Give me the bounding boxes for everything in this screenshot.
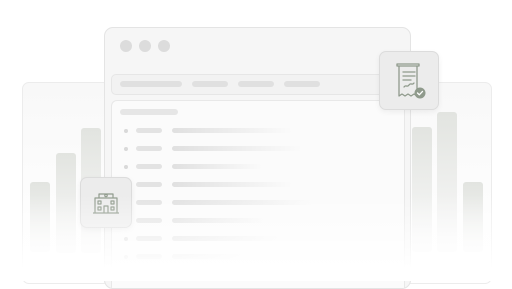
row-bullet bbox=[124, 255, 128, 259]
toolbar-placeholder bbox=[238, 81, 274, 87]
row-value-placeholder bbox=[172, 164, 262, 169]
row-label-placeholder bbox=[136, 182, 162, 187]
row-value-placeholder bbox=[172, 200, 312, 205]
receipt-check-icon bbox=[396, 63, 426, 99]
toolbar bbox=[111, 74, 403, 95]
row-bullet bbox=[124, 147, 128, 151]
window-dot[interactable] bbox=[120, 40, 132, 52]
row-label-placeholder bbox=[136, 128, 162, 133]
receipt-card bbox=[379, 51, 439, 110]
row-value-placeholder bbox=[172, 254, 252, 259]
window-dot[interactable] bbox=[158, 40, 170, 52]
building-icon bbox=[93, 193, 119, 214]
row-value-placeholder bbox=[172, 182, 292, 187]
chart-bar bbox=[463, 182, 483, 252]
row-label-placeholder bbox=[136, 200, 162, 205]
table-panel bbox=[111, 100, 405, 288]
row-bullet bbox=[124, 237, 128, 241]
row-label-placeholder bbox=[136, 254, 162, 259]
app-window bbox=[104, 27, 411, 289]
table-header-placeholder bbox=[120, 109, 178, 115]
row-value-placeholder bbox=[172, 146, 302, 151]
row-bullet bbox=[124, 129, 128, 133]
window-dot[interactable] bbox=[139, 40, 151, 52]
row-label-placeholder bbox=[136, 146, 162, 151]
chart-bar bbox=[30, 182, 50, 252]
row-label-placeholder bbox=[136, 218, 162, 223]
chart-bar bbox=[412, 127, 432, 252]
toolbar-placeholder bbox=[120, 81, 182, 87]
toolbar-placeholder bbox=[284, 81, 320, 87]
toolbar-placeholder bbox=[192, 81, 228, 87]
chart-bar bbox=[437, 112, 457, 252]
row-label-placeholder bbox=[136, 164, 162, 169]
row-bullet bbox=[124, 165, 128, 169]
row-value-placeholder bbox=[172, 128, 292, 133]
chart-bar bbox=[56, 153, 76, 253]
row-label-placeholder bbox=[136, 236, 162, 241]
building-card bbox=[80, 177, 132, 228]
row-value-placeholder bbox=[172, 236, 282, 241]
row-value-placeholder bbox=[172, 218, 267, 223]
